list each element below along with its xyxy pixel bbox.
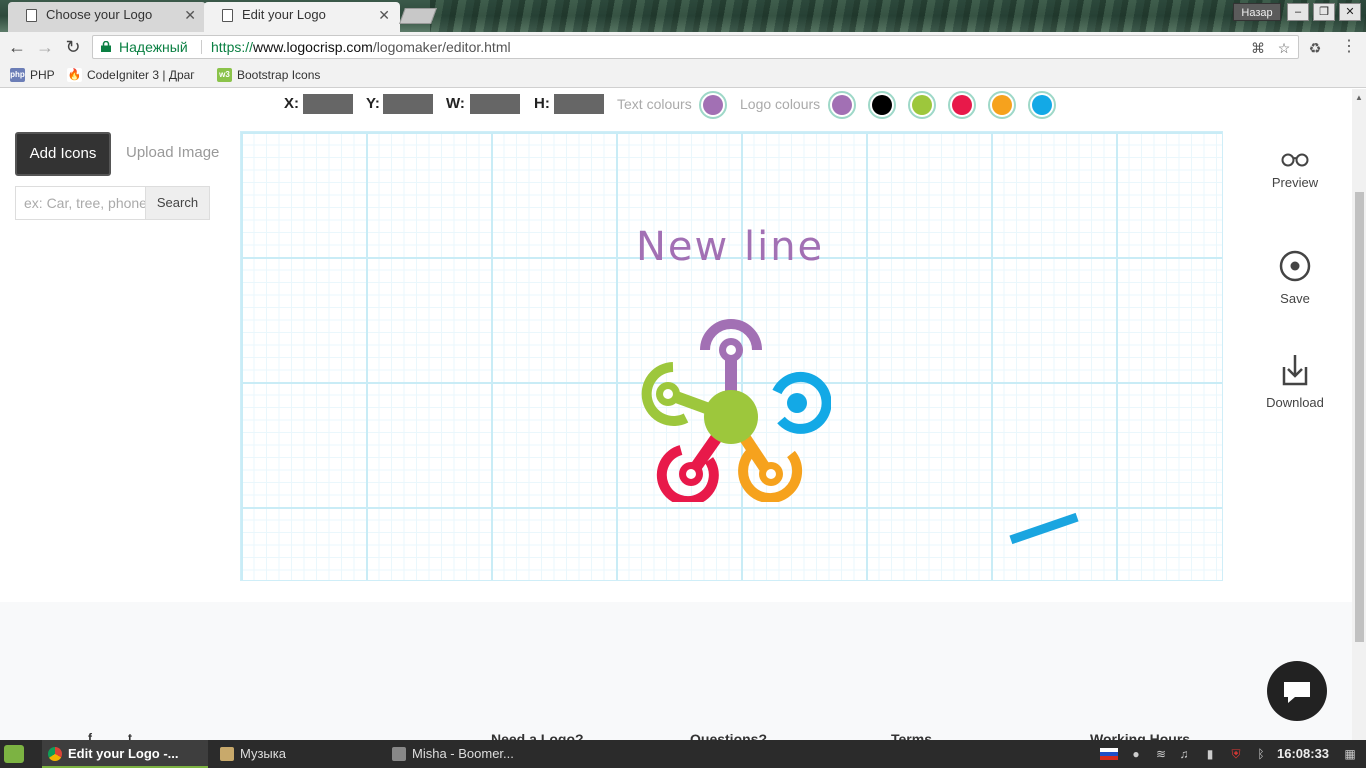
- save-button[interactable]: Save: [1255, 249, 1335, 306]
- url-text: https://www.logocrisp.com/logomaker/edit…: [211, 39, 511, 55]
- chrome-icon: [48, 747, 62, 761]
- logo-colour-swatch[interactable]: [868, 91, 896, 119]
- bookmarks-bar: php PHP 🔥 CodeIgniter 3 | Драг w3 Bootst…: [0, 62, 1366, 88]
- target-icon: [1279, 250, 1311, 282]
- battery-icon[interactable]: ▮: [1202, 746, 1218, 762]
- recycle-extension-icon[interactable]: ♻: [1306, 39, 1324, 57]
- restore-icon[interactable]: ❐: [1313, 3, 1335, 21]
- start-menu-icon[interactable]: [4, 745, 24, 763]
- x-label: X:: [284, 95, 299, 112]
- footer-heading: Terms: [891, 731, 932, 740]
- wifi-icon[interactable]: ≋: [1153, 746, 1169, 762]
- logo-colours-label: Logo colours: [740, 96, 821, 112]
- preview-label: Preview: [1271, 175, 1319, 190]
- h-field[interactable]: [554, 94, 604, 114]
- preview-button[interactable]: Preview: [1255, 151, 1335, 190]
- add-icons-tab[interactable]: Add Icons: [15, 132, 111, 176]
- page-scrollbar[interactable]: ▲: [1352, 89, 1366, 740]
- chat-button[interactable]: [1267, 661, 1327, 721]
- logo-colour-swatch[interactable]: [948, 91, 976, 119]
- star-icon[interactable]: ☆: [1275, 39, 1293, 57]
- new-tab-button[interactable]: [399, 8, 437, 24]
- bluetooth-icon[interactable]: ᛒ: [1253, 746, 1269, 762]
- calendar-icon[interactable]: ▦: [1342, 746, 1358, 762]
- scrollbar-thumb[interactable]: [1355, 192, 1364, 642]
- folder-icon: [220, 747, 234, 761]
- facebook-icon[interactable]: f: [88, 731, 92, 740]
- logo-colour-swatch[interactable]: [828, 91, 856, 119]
- logo-colour-swatch[interactable]: [908, 91, 936, 119]
- os-taskbar: Edit your Logo -... Музыка Misha - Boome…: [0, 740, 1366, 768]
- clock[interactable]: 16:08:33: [1277, 740, 1329, 768]
- download-label: Download: [1266, 395, 1324, 410]
- w-field[interactable]: [470, 94, 520, 114]
- x-field[interactable]: [303, 94, 353, 114]
- canvas-text[interactable]: New line: [636, 224, 824, 270]
- user-icon[interactable]: ●: [1128, 746, 1144, 762]
- menu-icon[interactable]: ⋮: [1340, 38, 1358, 56]
- window-back-button[interactable]: Назар: [1233, 3, 1281, 21]
- secure-label: Надежный: [119, 39, 188, 55]
- language-flag-icon[interactable]: [1100, 748, 1118, 760]
- php-icon: php: [10, 68, 25, 82]
- close-icon[interactable]: ✕: [378, 2, 390, 28]
- download-button[interactable]: Download: [1255, 353, 1335, 410]
- task-chrome[interactable]: Edit your Logo -...: [42, 740, 208, 768]
- lock-icon: [101, 41, 111, 52]
- tab-edit-logo[interactable]: Edit your Logo ✕: [204, 2, 400, 32]
- back-arrow-icon[interactable]: ←: [6, 36, 28, 58]
- logo-editor-page: X: Y: W: H: Text colours Logo colours Ad…: [0, 89, 1352, 740]
- logo-colour-swatch[interactable]: [988, 91, 1016, 119]
- h-label: H:: [534, 95, 550, 112]
- bookmark-codeigniter[interactable]: 🔥 CodeIgniter 3 | Драг: [67, 67, 195, 83]
- y-label: Y:: [366, 95, 380, 112]
- browser-toolbar: ← → ↻ Надежный https://www.logocrisp.com…: [0, 32, 1366, 62]
- upload-image-tab[interactable]: Upload Image: [126, 144, 219, 161]
- page-icon: [222, 9, 233, 22]
- codeigniter-icon: 🔥: [67, 68, 82, 82]
- bookmark-php[interactable]: php PHP: [10, 67, 55, 83]
- media-player-icon: [392, 747, 406, 761]
- task-music-folder[interactable]: Музыка: [214, 740, 384, 768]
- close-window-icon[interactable]: ✕: [1339, 3, 1361, 21]
- minimize-icon[interactable]: –: [1287, 3, 1309, 21]
- footer-heading: Need a Logo?: [491, 731, 584, 740]
- network-logo-icon[interactable]: [631, 302, 831, 502]
- forward-arrow-icon[interactable]: →: [34, 36, 56, 58]
- footer: f t Need a Logo? Questions? Terms Workin…: [0, 602, 1352, 740]
- bootstrap-icon: w3: [217, 68, 232, 82]
- y-field[interactable]: [383, 94, 433, 114]
- close-icon[interactable]: ✕: [184, 2, 196, 28]
- tab-title: Edit your Logo: [242, 7, 326, 22]
- task-media-player[interactable]: Misha - Boomer...: [386, 740, 556, 768]
- save-label: Save: [1280, 291, 1310, 306]
- glasses-icon: [1281, 153, 1309, 167]
- translate-icon[interactable]: ⌘: [1249, 39, 1267, 57]
- tab-title: Choose your Logo: [46, 7, 153, 22]
- text-colours-label: Text colours: [617, 96, 692, 112]
- footer-heading: Questions?: [690, 731, 768, 740]
- scroll-up-icon[interactable]: ▲: [1355, 93, 1363, 102]
- w-label: W:: [446, 95, 465, 112]
- footer-heading: Working Hours: [1090, 731, 1191, 740]
- address-bar[interactable]: Надежный https://www.logocrisp.com/logom…: [92, 35, 1299, 59]
- chat-bubble-icon: [1284, 682, 1310, 703]
- search-button[interactable]: Search: [145, 186, 210, 220]
- page-icon: [26, 9, 37, 22]
- blue-shape[interactable]: [1009, 512, 1079, 545]
- shield-icon[interactable]: ⛨: [1228, 746, 1244, 762]
- icon-search-input[interactable]: [15, 186, 146, 220]
- design-canvas[interactable]: New line: [240, 131, 1223, 581]
- text-colour-swatch[interactable]: [699, 91, 727, 119]
- twitter-icon[interactable]: t: [128, 731, 132, 740]
- download-icon: [1282, 355, 1308, 386]
- tab-choose-logo[interactable]: Choose your Logo ✕: [8, 2, 206, 32]
- logo-colour-swatch[interactable]: [1028, 91, 1056, 119]
- browser-titlebar: Choose your Logo ✕ Edit your Logo ✕ Наза…: [0, 0, 1366, 32]
- music-icon[interactable]: ♫: [1176, 746, 1192, 762]
- reload-icon[interactable]: ↻: [62, 36, 84, 58]
- bookmark-bootstrap-icons[interactable]: w3 Bootstrap Icons: [217, 67, 320, 83]
